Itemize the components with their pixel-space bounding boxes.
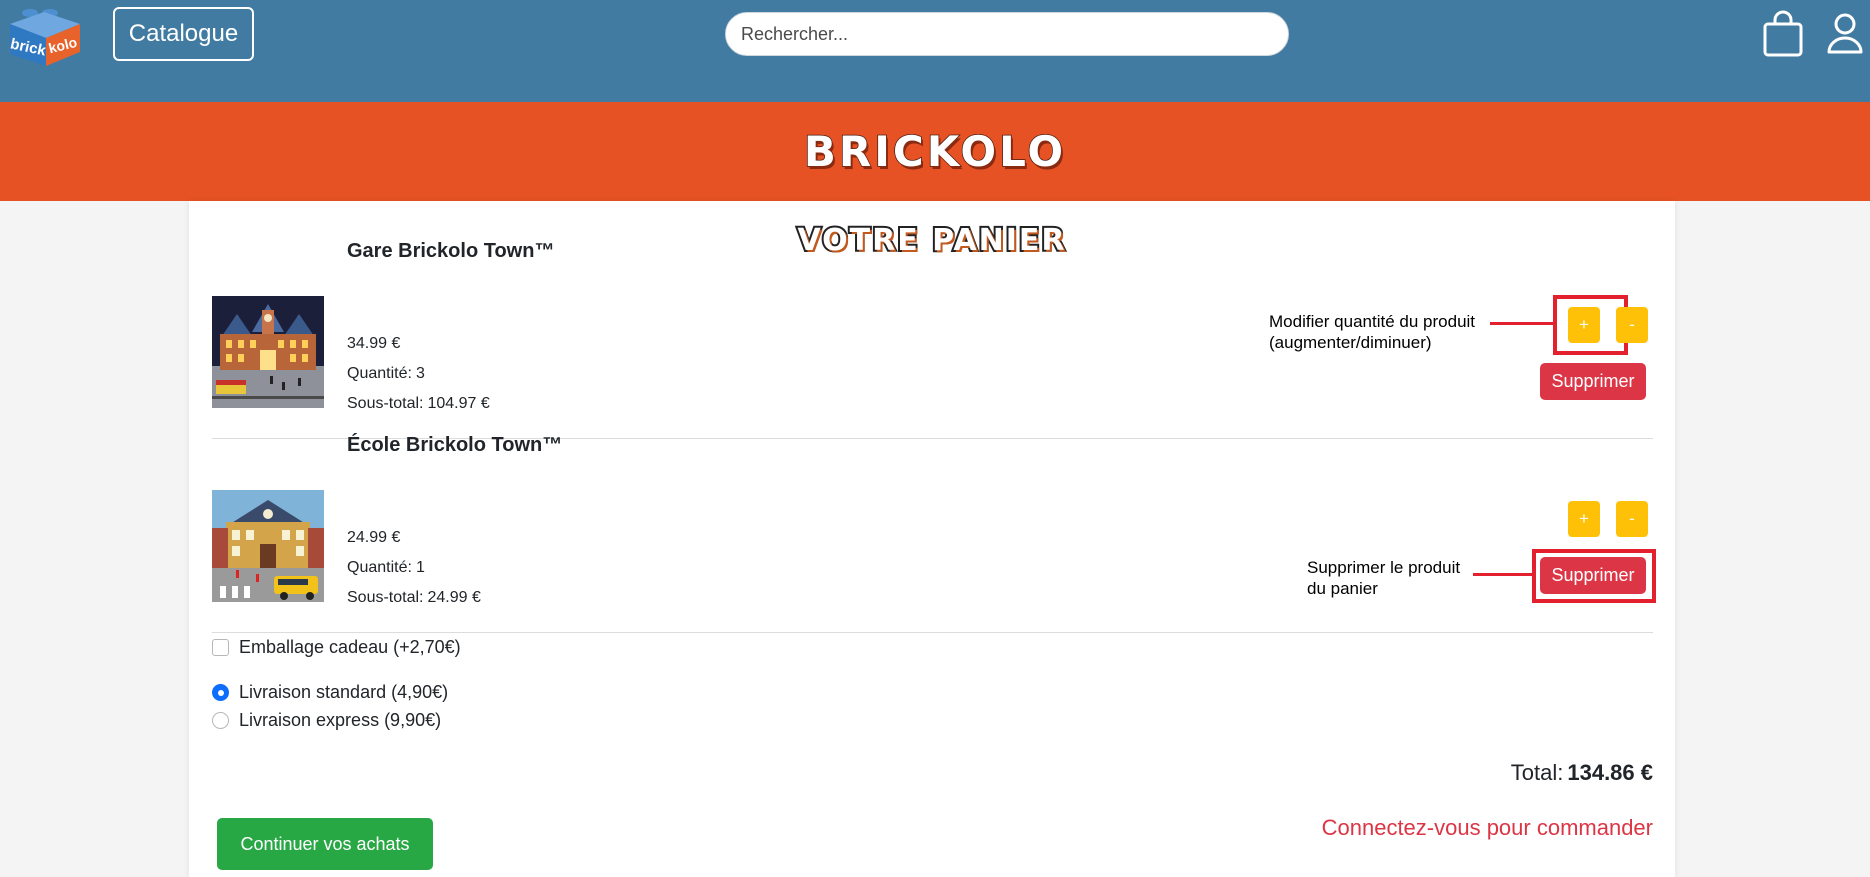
gift-wrap-option[interactable]: Emballage cadeau (+2,70€) — [212, 637, 461, 658]
gift-wrap-checkbox[interactable] — [212, 639, 229, 656]
quantity-label: Quantité: — [347, 365, 412, 382]
annotation-quantity-line2: (augmenter/diminuer) — [1269, 333, 1432, 352]
total-value: 134.86 € — [1567, 760, 1653, 785]
product-quantity: Quantité: 3 — [347, 365, 425, 383]
annotation-line — [1473, 573, 1532, 576]
continue-shopping-button[interactable]: Continuer vos achats — [217, 818, 433, 870]
shipping-standard-label: Livraison standard (4,90€) — [239, 682, 449, 702]
annotation-delete: Supprimer le produit du panier — [1307, 557, 1460, 599]
decrease-quantity-button[interactable]: - — [1616, 501, 1648, 537]
subtotal-value: 24.99 € — [427, 589, 481, 606]
shopping-bag-icon[interactable] — [1762, 10, 1804, 58]
product-image-gare[interactable] — [212, 296, 324, 408]
shipping-express-option[interactable]: Livraison express (9,90€) — [212, 710, 441, 731]
total-label: Total: — [1510, 760, 1564, 785]
product-name[interactable]: Gare Brickolo Town™ — [347, 240, 554, 263]
login-to-order-link[interactable]: Connectez-vous pour commander — [1322, 815, 1653, 841]
annotation-quantity-line1: Modifier quantité du produit — [1269, 312, 1476, 331]
shipping-express-radio[interactable] — [212, 712, 229, 729]
annotation-delete-line2: du panier — [1307, 579, 1378, 598]
shipping-standard-option[interactable]: Livraison standard (4,90€) — [212, 682, 448, 703]
cart-total: Total: 134.86 € — [1511, 760, 1653, 786]
search-input[interactable] — [725, 12, 1289, 56]
subtotal-value: 104.97 € — [427, 395, 490, 412]
quantity-value: 1 — [415, 559, 425, 576]
product-subtotal: Sous-total: 104.97 € — [347, 395, 490, 413]
product-price: 34.99 € — [347, 335, 401, 352]
cart-card: VOTRE PANIER Gare Brickolo Town™ 34.99 € — [189, 201, 1675, 877]
increase-quantity-button[interactable]: + — [1568, 501, 1600, 537]
decrease-quantity-button[interactable]: - — [1616, 307, 1648, 343]
increase-quantity-button[interactable]: + — [1568, 307, 1600, 343]
product-price: 24.99 € — [347, 529, 401, 546]
subtotal-label: Sous-total: — [347, 589, 424, 606]
catalogue-button[interactable]: Catalogue — [113, 7, 254, 61]
shipping-express-label: Livraison express (9,90€) — [239, 710, 442, 730]
product-quantity: Quantité: 1 — [347, 559, 425, 577]
product-image-ecole[interactable] — [212, 490, 324, 602]
brand-banner: BRICKOLO — [0, 102, 1870, 201]
item-divider — [212, 632, 1653, 633]
user-icon[interactable] — [1826, 12, 1864, 54]
brand-title: BRICKOLO — [803, 126, 1067, 177]
quantity-value: 3 — [415, 365, 425, 382]
product-subtotal: Sous-total: 24.99 € — [347, 589, 481, 607]
gift-wrap-label: Emballage cadeau (+2,70€) — [239, 637, 461, 657]
shipping-standard-radio[interactable] — [212, 684, 229, 701]
delete-button[interactable]: Supprimer — [1540, 557, 1646, 594]
top-navbar: brick kolo Catalogue — [0, 0, 1870, 102]
annotation-quantity: Modifier quantité du produit (augmenter/… — [1269, 311, 1475, 353]
annotation-delete-line1: Supprimer le produit — [1307, 558, 1461, 577]
product-name[interactable]: École Brickolo Town™ — [347, 434, 562, 457]
subtotal-label: Sous-total: — [347, 395, 424, 412]
annotation-line — [1490, 322, 1553, 325]
delete-button[interactable]: Supprimer — [1540, 363, 1646, 400]
brickolo-logo[interactable]: brick kolo — [8, 4, 86, 68]
quantity-label: Quantité: — [347, 559, 412, 576]
